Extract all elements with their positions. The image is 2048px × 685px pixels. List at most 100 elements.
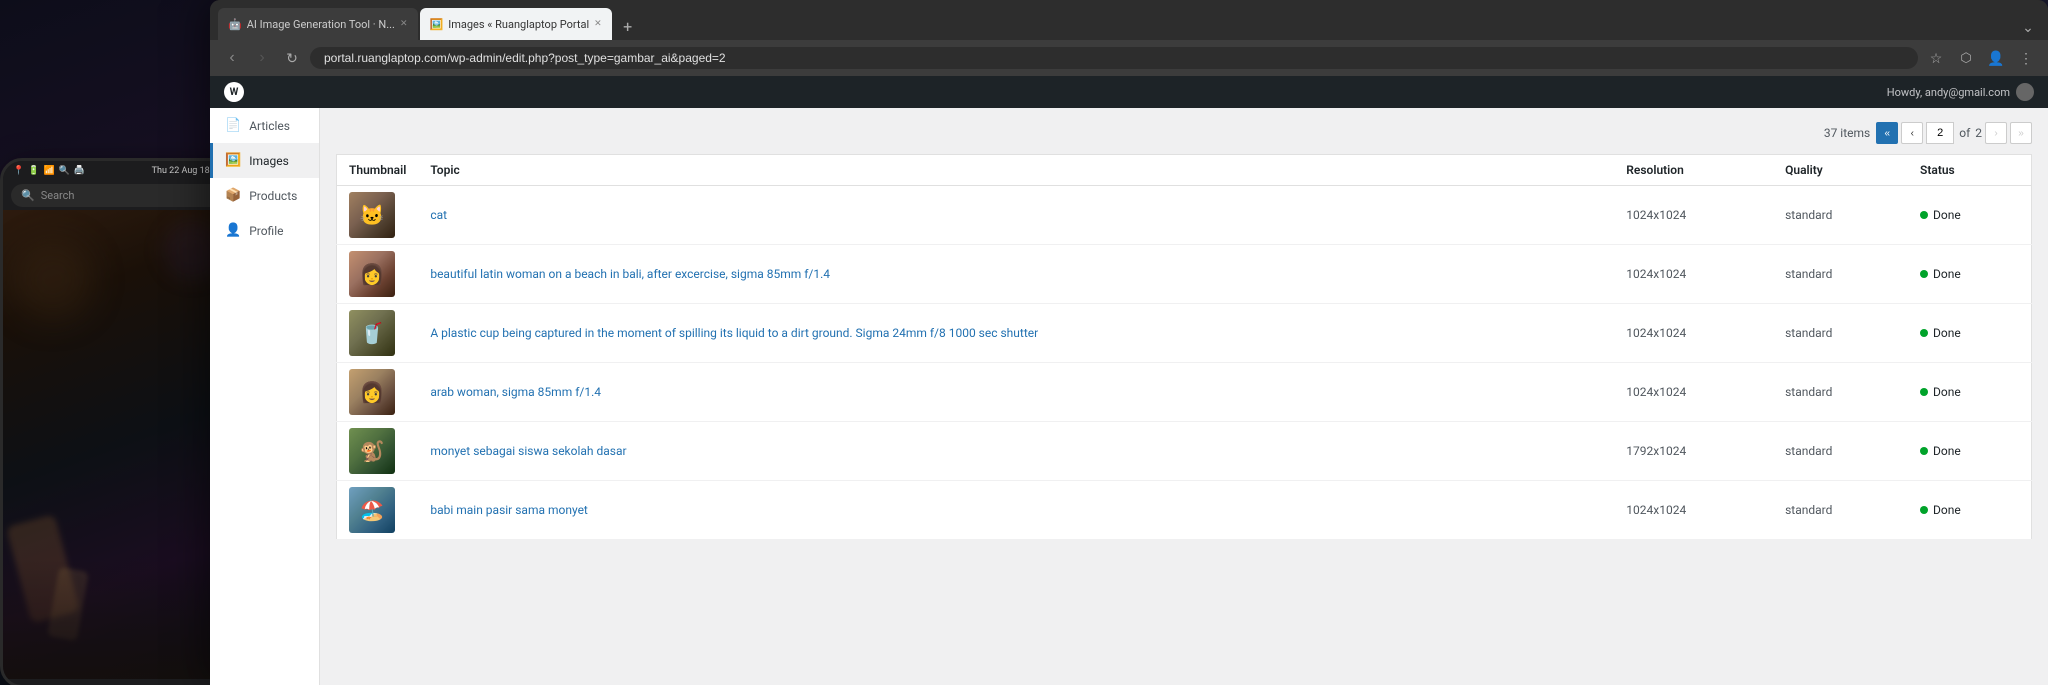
col-thumbnail: Thumbnail xyxy=(337,155,419,186)
tab-overflow-button[interactable]: ⌄ xyxy=(2016,16,2040,40)
tablet-status-bar: 📍 🔋 📶 🔍 🖨️ Thu 22 Aug 18:10 xyxy=(3,161,232,181)
tablet-search-bar[interactable]: 🔍 Search xyxy=(11,184,224,207)
browser-tab-1[interactable]: 🤖 AI Image Generation Tool · N... ✕ xyxy=(218,8,418,40)
status-dot-2 xyxy=(1920,270,1928,278)
laptop-browser: 🤖 AI Image Generation Tool · N... ✕ 🖼️ I… xyxy=(210,0,2048,685)
thumbnail-monkey: 🐒 xyxy=(349,428,395,474)
quality-cell: standard xyxy=(1773,186,1908,245)
wp-main-content: 37 items « ‹ of 2 › » xyxy=(320,108,2048,685)
table-row: 👩 arab woman, sigma 85mm f/1.4 1024x1024… xyxy=(337,363,2032,422)
pagination-first[interactable]: « xyxy=(1876,122,1898,144)
bookmark-button[interactable]: ☆ xyxy=(1924,46,1948,70)
topic-link-2[interactable]: beautiful latin woman on a beach in bali… xyxy=(430,267,830,281)
col-status: Status xyxy=(1908,155,2031,186)
quality-cell: standard xyxy=(1773,245,1908,304)
status-text-5: Done xyxy=(1933,444,1961,458)
back-button[interactable]: ‹ xyxy=(220,46,244,70)
forward-button[interactable]: › xyxy=(250,46,274,70)
status-text-2: Done xyxy=(1933,267,1961,281)
pagination-total: 2 xyxy=(1975,126,1982,140)
status-cell: Done xyxy=(1908,245,2031,304)
thumbnail-cell: 🏖️ xyxy=(337,481,419,540)
topic-cell: cat xyxy=(418,186,1614,245)
status-dot-4 xyxy=(1920,388,1928,396)
battery-icon: 🔋 xyxy=(28,166,39,176)
status-text-4: Done xyxy=(1933,385,1961,399)
tab-2-label: Images « Ruanglaptop Portal xyxy=(448,18,589,31)
print-icon: 🖨️ xyxy=(74,166,85,176)
thumbnail-arab: 👩 xyxy=(349,369,395,415)
avatar xyxy=(2016,83,2034,101)
new-tab-button[interactable]: + xyxy=(614,12,642,40)
tab-bar: 🤖 AI Image Generation Tool · N... ✕ 🖼️ I… xyxy=(210,0,2048,40)
topic-link-5[interactable]: monyet sebagai siswa sekolah dasar xyxy=(430,444,626,458)
resolution-cell: 1024x1024 xyxy=(1614,245,1773,304)
pagination-prev[interactable]: ‹ xyxy=(1901,122,1923,144)
sidebar-item-products[interactable]: 📦 Products xyxy=(210,178,319,213)
status-dot-1 xyxy=(1920,211,1928,219)
wp-logo: W xyxy=(224,82,244,102)
pagination-page-input[interactable] xyxy=(1926,122,1954,144)
topic-cell: monyet sebagai siswa sekolah dasar xyxy=(418,422,1614,481)
topic-link-6[interactable]: babi main pasir sama monyet xyxy=(430,503,588,517)
status-dot-3 xyxy=(1920,329,1928,337)
thumbnail-cat: 🐱 xyxy=(349,192,395,238)
refresh-button[interactable]: ↻ xyxy=(280,46,304,70)
status-cell: Done xyxy=(1908,422,2031,481)
sidebar-label-images: Images xyxy=(249,154,289,168)
address-input[interactable] xyxy=(310,47,1918,69)
topic-link-1[interactable]: cat xyxy=(430,208,447,222)
thumbnail-cell: 🐱 xyxy=(337,186,419,245)
status-text-3: Done xyxy=(1933,326,1961,340)
search-placeholder: Search xyxy=(41,189,75,202)
topic-link-3[interactable]: A plastic cup being captured in the mome… xyxy=(430,326,1038,340)
wifi-icon: 📶 xyxy=(43,166,54,176)
thumbnail-cell: 👩 xyxy=(337,363,419,422)
thumbnail-cell: 👩 xyxy=(337,245,419,304)
wp-header: W Howdy, andy@gmail.com xyxy=(210,76,2048,108)
thumbnail-cell: 🐒 xyxy=(337,422,419,481)
profile-button[interactable]: 👤 xyxy=(1984,46,2008,70)
sidebar-item-profile[interactable]: 👤 Profile xyxy=(210,213,319,248)
sidebar-label-articles: Articles xyxy=(249,119,290,133)
wp-admin: W Howdy, andy@gmail.com 📄 Articles xyxy=(210,76,2048,685)
tab-2-close[interactable]: ✕ xyxy=(594,19,602,29)
share-button[interactable]: ⬡ xyxy=(1954,46,1978,70)
table-row: 🐱 cat 1024x1024 standard xyxy=(337,186,2032,245)
quality-cell: standard xyxy=(1773,422,1908,481)
resolution-cell: 1792x1024 xyxy=(1614,422,1773,481)
topic-link-4[interactable]: arab woman, sigma 85mm f/1.4 xyxy=(430,385,601,399)
table-row: 🏖️ babi main pasir sama monyet 1024x1024… xyxy=(337,481,2032,540)
resolution-cell: 1024x1024 xyxy=(1614,304,1773,363)
resolution-cell: 1024x1024 xyxy=(1614,186,1773,245)
wp-sidebar: 📄 Articles 🖼️ Images 📦 Products xyxy=(210,108,320,685)
location-icon: 📍 xyxy=(13,166,24,176)
col-resolution: Resolution xyxy=(1614,155,1773,186)
quality-cell: standard xyxy=(1773,363,1908,422)
status-cell: Done xyxy=(1908,363,2031,422)
images-table: Thumbnail Topic Resolution Quality Statu… xyxy=(336,154,2032,540)
products-icon: 📦 xyxy=(225,188,241,203)
sidebar-item-images[interactable]: 🖼️ Images xyxy=(210,143,319,178)
menu-button[interactable]: ⋮ xyxy=(2014,46,2038,70)
tab-1-label: AI Image Generation Tool · N... xyxy=(247,18,395,31)
status-text-1: Done xyxy=(1933,208,1961,222)
pagination-last[interactable]: » xyxy=(2010,122,2032,144)
profile-nav-icon: 👤 xyxy=(225,223,241,238)
tab-1-close[interactable]: ✕ xyxy=(400,19,408,29)
pagination-of: of xyxy=(1959,126,1970,140)
status-text-6: Done xyxy=(1933,503,1961,517)
browser-tab-2[interactable]: 🖼️ Images « Ruanglaptop Portal ✕ xyxy=(420,8,612,40)
topic-cell: arab woman, sigma 85mm f/1.4 xyxy=(418,363,1614,422)
quality-cell: standard xyxy=(1773,304,1908,363)
sidebar-label-products: Products xyxy=(249,189,297,203)
thumbnail-beach: 🏖️ xyxy=(349,487,395,533)
table-row: 👩 beautiful latin woman on a beach in ba… xyxy=(337,245,2032,304)
tablet-device: 📍 🔋 📶 🔍 🖨️ Thu 22 Aug 18:10 🔍 Search xyxy=(0,158,235,685)
pagination-next[interactable]: › xyxy=(1985,122,2007,144)
status-cell: Done xyxy=(1908,304,2031,363)
tab-2-favicon: 🖼️ xyxy=(430,18,444,31)
topic-cell: beautiful latin woman on a beach in bali… xyxy=(418,245,1614,304)
sidebar-item-articles[interactable]: 📄 Articles xyxy=(210,108,319,143)
images-icon: 🖼️ xyxy=(225,153,241,168)
